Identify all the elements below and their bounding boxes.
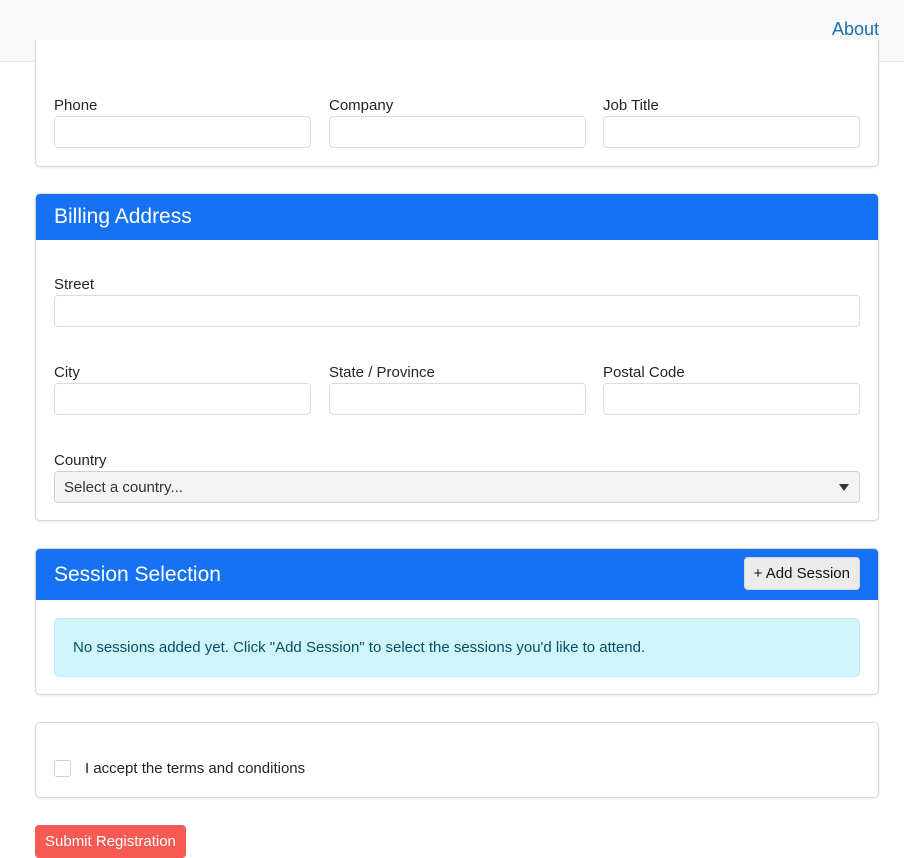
submit-registration-button[interactable]: Submit Registration (35, 825, 186, 858)
phone-field[interactable] (54, 116, 311, 148)
terms-card: I accept the terms and conditions (35, 722, 879, 798)
city-field[interactable] (54, 383, 311, 415)
country-label: Country (54, 452, 107, 469)
billing-address-card: Billing Address Street City State / Prov… (35, 193, 879, 521)
add-session-button[interactable]: + Add Session (743, 557, 860, 590)
session-selection-title: Session Selection (54, 563, 221, 586)
city-label: City (54, 364, 80, 381)
street-field[interactable] (54, 295, 860, 327)
chevron-down-icon (839, 484, 849, 491)
country-select[interactable]: Select a country... (54, 471, 860, 503)
street-label: Street (54, 276, 95, 293)
phone-label: Phone (54, 97, 98, 114)
state-field[interactable] (329, 383, 586, 415)
state-label: State / Province (329, 364, 435, 381)
postal-code-field[interactable] (603, 383, 860, 415)
no-sessions-alert: No sessions added yet. Click "Add Sessio… (54, 618, 860, 677)
terms-checkbox[interactable] (54, 760, 71, 777)
terms-label[interactable]: I accept the terms and conditions (85, 760, 305, 777)
postal-code-label: Postal Code (603, 364, 685, 381)
company-field[interactable] (329, 116, 586, 148)
job-title-field[interactable] (603, 116, 860, 148)
billing-address-title: Billing Address (54, 205, 192, 228)
no-sessions-message: No sessions added yet. Click "Add Sessio… (73, 639, 646, 656)
job-title-label: Job Title (603, 97, 659, 114)
country-select-value: Select a country... (64, 479, 183, 496)
about-link[interactable]: About (832, 19, 879, 40)
company-label: Company (329, 97, 394, 114)
session-selection-header: Session Selection + Add Session (36, 549, 878, 600)
session-selection-card: Session Selection + Add Session No sessi… (35, 548, 879, 695)
billing-address-header: Billing Address (36, 194, 878, 240)
contact-details-card: Phone Company Job Title (35, 40, 879, 167)
